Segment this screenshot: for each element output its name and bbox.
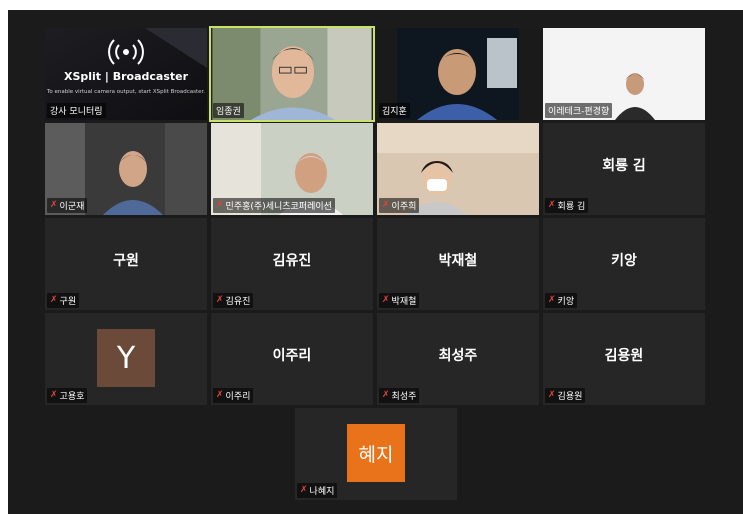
participant-tile[interactable]: 박재철 ✗ 박재철 xyxy=(377,218,539,310)
participant-avatar: Y xyxy=(97,329,155,387)
participant-tile[interactable]: Y ✗ 고용호 xyxy=(45,313,207,405)
participant-name-label: 김지훈 xyxy=(379,103,410,118)
participant-tile[interactable]: 이레테크-편경향 xyxy=(543,28,705,120)
participant-name-label: ✗ 김용원 xyxy=(545,388,586,403)
muted-mic-icon: ✗ xyxy=(50,200,58,210)
participant-tile[interactable]: 김용원 ✗ 김용원 xyxy=(543,313,705,405)
participant-name-label: ✗ 민주홍(주)세니츠코퍼레이션 xyxy=(213,198,335,213)
participant-name-label: ✗ 이주희 xyxy=(379,198,420,213)
participant-name-label: ✗ 나혜지 xyxy=(297,483,338,498)
participant-tile-active-speaker[interactable]: 임종권 xyxy=(209,26,375,122)
muted-mic-icon: ✗ xyxy=(216,390,224,400)
participant-name-label: 이레테크-편경향 xyxy=(545,103,613,118)
participant-name-label: ✗ 회룡 김 xyxy=(545,198,589,213)
participant-name-label: ✗ 김유진 xyxy=(213,293,254,308)
participant-name-center: 구원 xyxy=(113,253,139,269)
muted-mic-icon: ✗ xyxy=(548,200,556,210)
participant-tile-xsplit[interactable]: XSplit | Broadcaster To enable virtual c… xyxy=(45,28,207,120)
participant-name-label: ✗ 이군재 xyxy=(47,198,88,213)
participant-tile[interactable]: ✗ 민주홍(주)세니츠코퍼레이션 xyxy=(211,123,373,215)
participant-tile[interactable]: 회룡 김 ✗ 회룡 김 xyxy=(543,123,705,215)
participant-name-label: ✗ 박재철 xyxy=(379,293,420,308)
participant-tile[interactable]: 김지훈 xyxy=(377,28,539,120)
muted-mic-icon: ✗ xyxy=(216,295,224,305)
muted-mic-icon: ✗ xyxy=(216,200,224,210)
xsplit-subtext: To enable virtual camera output, start X… xyxy=(46,89,206,95)
participant-tile[interactable]: ✗ 이주희 xyxy=(377,123,539,215)
participant-tile[interactable]: 이주리 ✗ 이주리 xyxy=(211,313,373,405)
muted-mic-icon: ✗ xyxy=(548,295,556,305)
muted-mic-icon: ✗ xyxy=(382,295,390,305)
participant-name-center: 회룡 김 xyxy=(602,158,646,174)
participant-name-label: ✗ 최성주 xyxy=(379,388,420,403)
muted-mic-icon: ✗ xyxy=(50,295,58,305)
participant-tile[interactable]: 혜지 ✗ 나혜지 xyxy=(295,408,457,500)
muted-mic-icon: ✗ xyxy=(382,200,390,210)
participant-name-center: 키앙 xyxy=(611,253,637,269)
participant-name-center: 김용원 xyxy=(604,348,644,364)
participant-name-center: 박재철 xyxy=(438,253,478,269)
muted-mic-icon: ✗ xyxy=(300,485,308,495)
xsplit-logo-text: XSplit | Broadcaster xyxy=(63,70,189,83)
muted-mic-icon: ✗ xyxy=(382,390,390,400)
muted-mic-icon: ✗ xyxy=(548,390,556,400)
participant-name-label: 강사 모니터링 xyxy=(47,103,106,118)
participant-name-center: 이주리 xyxy=(272,348,312,364)
participant-name-label: ✗ 키앙 xyxy=(545,293,578,308)
participant-name-label: ✗ 구원 xyxy=(47,293,80,308)
participant-name-label: ✗ 고용호 xyxy=(47,388,88,403)
participant-name-label: ✗ 이주리 xyxy=(213,388,254,403)
participant-tile[interactable]: 김유진 ✗ 김유진 xyxy=(211,218,373,310)
video-grid: XSplit | Broadcaster To enable virtual c… xyxy=(8,10,743,514)
participant-tile[interactable]: 키앙 ✗ 키앙 xyxy=(543,218,705,310)
participant-name-center: 최성주 xyxy=(438,348,478,364)
muted-mic-icon: ✗ xyxy=(50,390,58,400)
participant-tile[interactable]: ✗ 이군재 xyxy=(45,123,207,215)
participant-name-label: 임종권 xyxy=(213,103,244,118)
participant-name-center: 김유진 xyxy=(272,253,312,269)
participant-avatar: 혜지 xyxy=(347,424,405,482)
participant-tile[interactable]: 구원 ✗ 구원 xyxy=(45,218,207,310)
participant-tile[interactable]: 최성주 ✗ 최성주 xyxy=(377,313,539,405)
